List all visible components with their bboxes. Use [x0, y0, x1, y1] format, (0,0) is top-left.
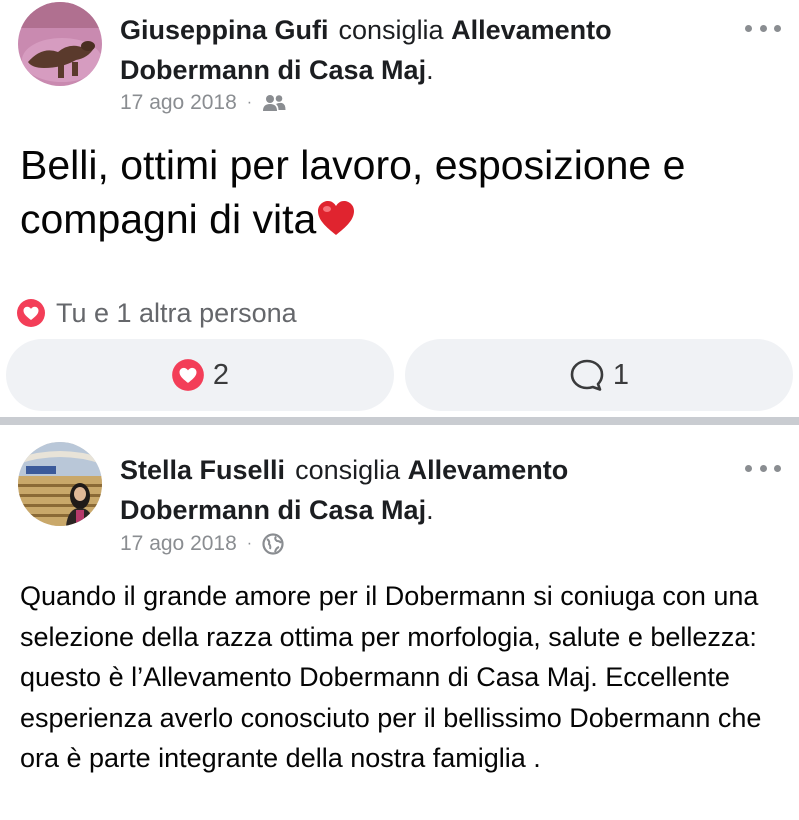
post-divider: [0, 414, 799, 428]
reactions-summary[interactable]: Tu e 1 altra persona: [16, 296, 297, 330]
recommend-verb: consiglia: [295, 455, 401, 485]
comment-icon: [570, 359, 604, 391]
meta-separator: ·: [246, 535, 253, 552]
reactions-text: Tu e 1 altra persona: [56, 297, 297, 328]
friends-icon: [263, 95, 286, 111]
more-dot: [745, 24, 752, 32]
more-dot: [759, 24, 767, 32]
more-dot: [745, 464, 752, 472]
red-heart-emoji: [316, 196, 356, 250]
page-name-line2[interactable]: Dobermann di Casa Maj: [120, 495, 426, 525]
comment-count: 1: [612, 358, 630, 391]
page-name-line1[interactable]: Allevamento: [451, 15, 612, 45]
more-dot: [774, 464, 781, 472]
like-count: 2: [212, 358, 230, 391]
meta-separator: ·: [246, 94, 253, 111]
header-period: .: [426, 495, 434, 525]
love-reaction-button[interactable]: 2: [6, 339, 394, 411]
more-options-button[interactable]: [745, 456, 781, 480]
post-header: Giuseppina Gufi consiglia Allevamento Dob…: [120, 10, 720, 90]
post-text: Belli, ottimi per lavoro, esposizione e …: [20, 138, 790, 250]
recommendation-post: Giuseppina Gufi consiglia Allevamento Dob…: [0, 0, 799, 414]
more-options-button[interactable]: [745, 16, 781, 40]
love-reaction-icon: [17, 299, 45, 327]
header-period: .: [426, 55, 434, 85]
comment-button[interactable]: 1: [405, 339, 793, 411]
author-name[interactable]: Giuseppina Gufi: [120, 15, 329, 45]
post-meta: 17 ago 2018 ·: [120, 89, 286, 117]
more-dot: [774, 24, 781, 32]
post-header: Stella Fuselli consiglia Allevamento Dobe…: [120, 450, 720, 530]
divider-bar: [0, 417, 799, 425]
globe-icon: [262, 533, 284, 555]
post-text: Quando il grande amore per il Dobermann …: [20, 576, 790, 779]
page-name-line1[interactable]: Allevamento: [408, 455, 569, 485]
post-date[interactable]: 17 ago 2018: [120, 91, 237, 115]
post-text-content: Quando il grande amore per il Dobermann …: [20, 581, 762, 773]
post-meta: 17 ago 2018 ·: [120, 530, 284, 558]
post-date[interactable]: 17 ago 2018: [120, 532, 237, 556]
author-avatar[interactable]: [18, 442, 102, 526]
recommend-verb: consiglia: [338, 15, 444, 45]
recommendation-post: Stella Fuselli consiglia Allevamento Dobe…: [0, 428, 799, 820]
avatar-photo-woman-in-hall: [18, 442, 102, 526]
avatar-photo-dog-on-sofa: [18, 2, 102, 86]
page-name-line2[interactable]: Dobermann di Casa Maj: [120, 55, 426, 85]
more-dot: [759, 464, 767, 472]
author-name[interactable]: Stella Fuselli: [120, 455, 285, 485]
love-reaction-icon: [172, 359, 204, 391]
author-avatar[interactable]: [18, 2, 102, 86]
